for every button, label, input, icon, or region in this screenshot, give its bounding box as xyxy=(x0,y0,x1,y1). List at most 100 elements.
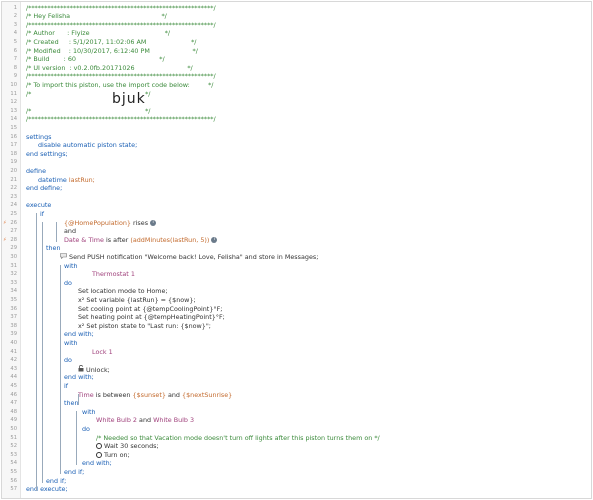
condition-operator: is between xyxy=(95,390,131,399)
line-number: 20 xyxy=(10,167,17,174)
code-line[interactable]: do xyxy=(82,425,90,434)
code-line[interactable]: White Bulb 2 and White Bulb 3 xyxy=(96,416,194,425)
block-guide xyxy=(56,221,57,242)
line-number: 29 xyxy=(10,245,17,252)
line-number: 25 xyxy=(10,210,17,217)
condition-subject[interactable]: Time xyxy=(78,391,94,399)
header-comment: /* Hey Felisha */ xyxy=(26,12,167,21)
code-line[interactable]: disable automatic piston state; xyxy=(38,141,137,150)
code-line[interactable]: /***************************************… xyxy=(26,4,216,13)
code-line[interactable]: Lock 1 xyxy=(92,348,113,357)
header-comment: /* Modified : 10/30/2017, 6:12:40 PM */ xyxy=(26,46,198,55)
settings-statement: disable automatic piston state; xyxy=(38,141,138,150)
condition-expression[interactable]: (addMinutes(lastRun, 5)) xyxy=(130,236,209,244)
header-comment: /* To import this piston, use the import… xyxy=(26,80,214,89)
execute-keyword: execute xyxy=(26,201,52,210)
line-number: 6 xyxy=(13,47,17,54)
device-name[interactable]: White Bulb 2 xyxy=(96,416,137,424)
line-number: 49 xyxy=(10,417,17,424)
line-number: 8 xyxy=(13,64,17,71)
code-line[interactable]: Time is between {$sunset} and {$nextSunr… xyxy=(78,391,232,400)
line-number: 23 xyxy=(10,193,17,200)
code-line[interactable]: execute xyxy=(26,201,51,210)
line-number: 5 xyxy=(13,38,17,45)
code-line[interactable]: Turn on; xyxy=(96,451,130,460)
code-line[interactable]: /* Author : Flyize */ xyxy=(26,29,170,38)
code-line[interactable]: datetime lastRun; xyxy=(38,176,95,185)
code-line[interactable]: Set heating point at {@tempHeatingPoint}… xyxy=(78,313,225,322)
message-icon xyxy=(60,253,67,262)
code-line[interactable]: {@HomePopulation} rises i xyxy=(64,219,157,228)
code-line[interactable]: settings xyxy=(26,133,52,142)
code-line[interactable]: then xyxy=(46,244,61,253)
device-name[interactable]: Lock 1 xyxy=(92,348,113,356)
line-number: 47 xyxy=(10,400,17,407)
device-name[interactable]: White Bulb 3 xyxy=(153,416,194,424)
code-line[interactable]: if xyxy=(64,382,68,391)
code-line[interactable]: with xyxy=(64,339,78,348)
line-number: 14 xyxy=(10,116,17,123)
code-line[interactable]: with xyxy=(64,262,78,271)
line-number: 27 xyxy=(10,228,17,235)
condition-info-icon[interactable]: i xyxy=(211,236,218,243)
code-line[interactable]: end execute; xyxy=(26,485,68,494)
code-line[interactable]: end if; xyxy=(64,468,84,477)
code-line[interactable]: /* Modified : 10/30/2017, 6:12:40 PM */ xyxy=(26,47,198,56)
code-line[interactable]: do xyxy=(64,279,72,288)
condition-value[interactable]: {$nextSunrise} xyxy=(182,391,232,399)
code-line[interactable]: /***************************************… xyxy=(26,21,216,30)
block-guide xyxy=(76,410,77,466)
code-line[interactable]: Send PUSH notification "Welcome back! Lo… xyxy=(60,253,318,262)
code-line[interactable]: and xyxy=(64,227,76,236)
code-line[interactable]: /* To import this piston, use the import… xyxy=(26,81,213,90)
code-line[interactable]: /* */ xyxy=(26,107,150,116)
code-line[interactable]: Set cooling point at {@tempCoolingPoint}… xyxy=(78,305,222,314)
variable-name[interactable]: lastRun; xyxy=(69,176,95,184)
code-line[interactable]: end with; xyxy=(64,373,94,382)
line-number: 55 xyxy=(10,468,17,475)
code-line[interactable]: /***************************************… xyxy=(26,72,216,81)
code-line[interactable]: do xyxy=(64,356,72,365)
code-line[interactable]: Set location mode to Home; xyxy=(78,287,168,296)
code-line[interactable]: /* Build : 60 */ xyxy=(26,55,165,64)
code-line[interactable]: Unlock; xyxy=(78,364,110,374)
condition-subject[interactable]: Date & Time xyxy=(64,236,104,244)
line-number: 10 xyxy=(10,81,17,88)
block-guide xyxy=(36,212,37,492)
code-line[interactable]: with xyxy=(82,408,96,417)
code-line[interactable]: x² Set variable {lastRun} = {$now}; xyxy=(78,296,196,305)
code-line[interactable]: end settings; xyxy=(26,150,68,159)
code-line[interactable]: define xyxy=(26,167,46,176)
block-guide xyxy=(60,264,61,474)
line-number: 21 xyxy=(10,176,17,183)
code-area: /***************************************… xyxy=(26,2,591,498)
code-line[interactable]: /* Needed so that Vacation mode doesn't … xyxy=(96,434,380,443)
line-number: 24 xyxy=(10,202,17,209)
line-number: 50 xyxy=(10,425,17,432)
code-line[interactable]: then xyxy=(64,399,79,408)
code-line[interactable]: Date & Time is after (addMinutes(lastRun… xyxy=(64,236,218,245)
code-line[interactable]: /***************************************… xyxy=(26,115,216,124)
end-with-keyword: end with; xyxy=(82,459,112,468)
import-code[interactable]: bjuk xyxy=(112,91,146,107)
code-line[interactable]: /* Hey Felisha */ xyxy=(26,12,167,21)
code-line[interactable]: end with; xyxy=(64,330,94,339)
code-line[interactable]: end if; xyxy=(46,477,66,486)
code-line[interactable]: end with; xyxy=(82,459,112,468)
condition-value[interactable]: {$sunset} xyxy=(133,391,166,399)
device-name[interactable]: Thermostat 1 xyxy=(92,270,135,278)
line-number: 9 xyxy=(13,73,17,80)
code-line[interactable]: Wait 30 seconds; xyxy=(96,442,159,451)
do-keyword: do xyxy=(64,356,72,365)
code-line[interactable]: /* UI version : v0.2.0fb.20171026 */ xyxy=(26,64,193,73)
code-line[interactable]: Thermostat 1 xyxy=(92,270,135,279)
code-line[interactable]: x² Set piston state to "Last run: {$now}… xyxy=(78,322,211,331)
code-line[interactable]: if xyxy=(40,210,44,219)
line-number: 2 xyxy=(13,13,17,20)
line-number: 19 xyxy=(10,159,17,166)
code-line[interactable]: /* Created : 5/1/2017, 11:02:06 AM */ xyxy=(26,38,196,47)
if-keyword: if xyxy=(64,381,69,390)
condition-variable[interactable]: {@HomePopulation} xyxy=(64,219,131,227)
code-line[interactable]: end define; xyxy=(26,184,62,193)
condition-info-icon[interactable]: i xyxy=(150,219,157,226)
